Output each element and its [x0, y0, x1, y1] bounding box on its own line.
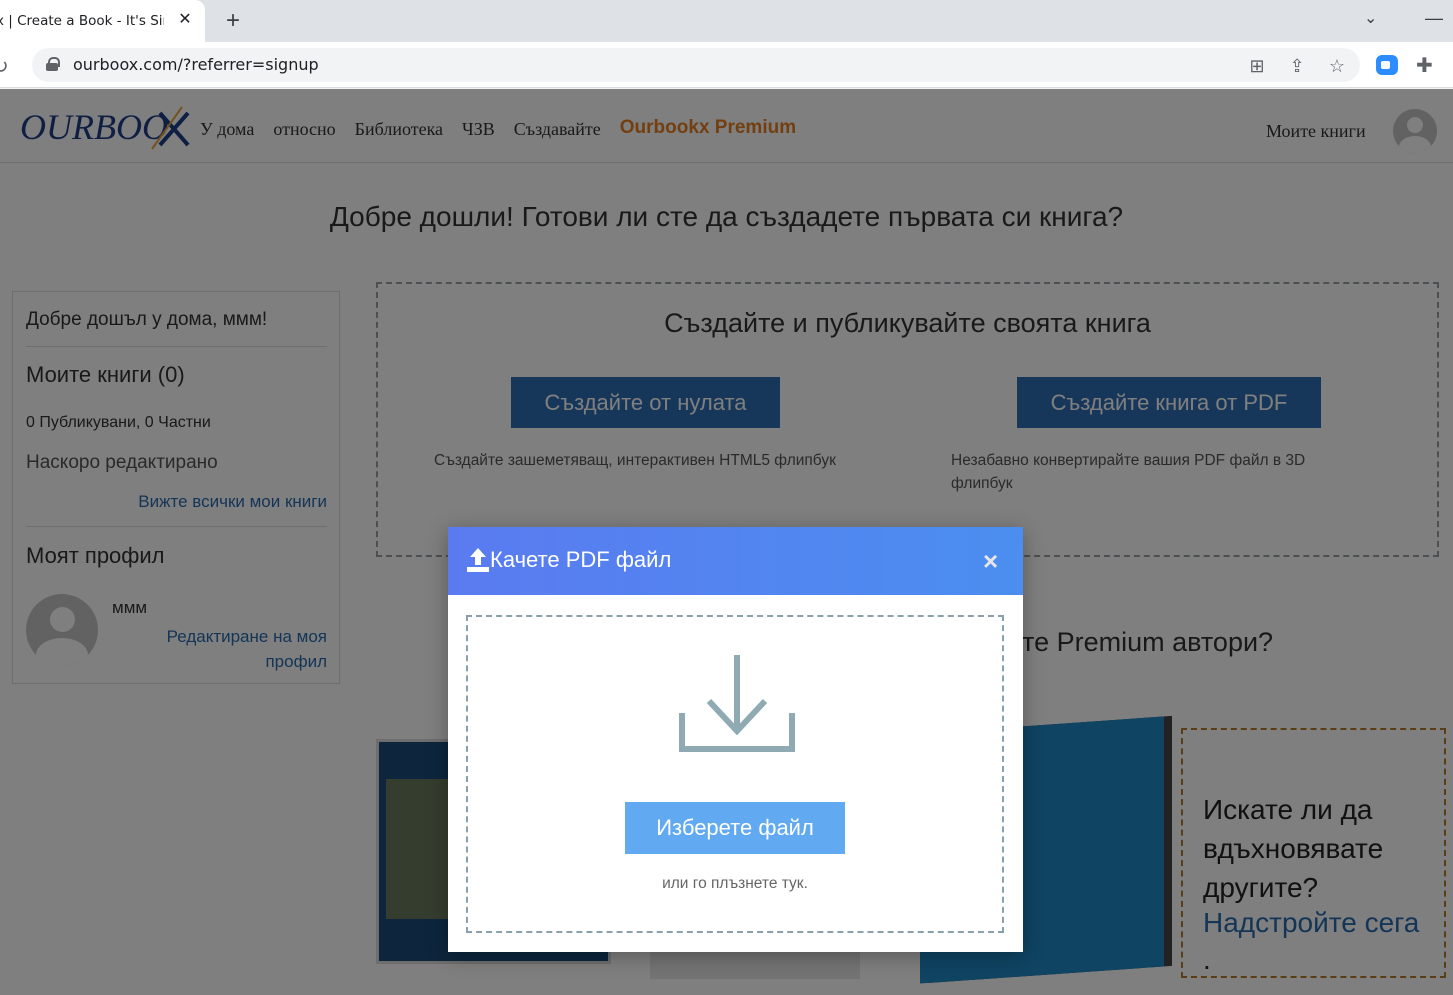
- modal-header: Качете PDF файл ×: [448, 527, 1023, 595]
- url-text[interactable]: ourboox.com/?referrer=signup: [73, 55, 319, 74]
- minimize-icon[interactable]: —: [1425, 8, 1443, 29]
- download-icon: [679, 655, 795, 752]
- file-dropzone[interactable]: Изберете файл или го плъзнете тук.: [466, 615, 1004, 933]
- browser-tabbar: x | Create a Book - It's Sir ✕ + ⌄ —: [0, 0, 1453, 42]
- close-icon[interactable]: ×: [983, 547, 998, 575]
- drop-hint: или го плъзнете тук.: [662, 875, 808, 892]
- tab-search-chevron-icon[interactable]: ⌄: [1364, 8, 1377, 28]
- upload-pdf-modal: Качете PDF файл × Изберете файл или го п…: [448, 527, 1023, 952]
- upload-icon: [467, 548, 489, 572]
- lock-icon[interactable]: [46, 57, 60, 71]
- browser-tab[interactable]: x | Create a Book - It's Sir ✕: [0, 0, 205, 42]
- reload-icon[interactable]: ↻: [0, 54, 9, 79]
- browser-toolbar: ↻ ourboox.com/?referrer=signup ⊞ ⇪ ☆ ✚: [0, 42, 1453, 88]
- share-icon[interactable]: ⇪: [1286, 55, 1308, 77]
- extensions-puzzle-icon[interactable]: ✚: [1416, 53, 1433, 78]
- tab-close-icon[interactable]: ✕: [176, 11, 194, 29]
- bookmark-star-icon[interactable]: ☆: [1326, 55, 1348, 77]
- address-bar[interactable]: ourboox.com/?referrer=signup ⊞ ⇪ ☆: [32, 48, 1360, 82]
- zoom-extension-icon[interactable]: [1376, 55, 1398, 75]
- choose-file-button[interactable]: Изберете файл: [625, 802, 845, 854]
- new-tab-icon[interactable]: +: [220, 8, 246, 34]
- translate-icon[interactable]: ⊞: [1246, 55, 1268, 77]
- tab-title: x | Create a Book - It's Sir: [0, 13, 164, 29]
- modal-title: Качете PDF файл: [490, 547, 672, 572]
